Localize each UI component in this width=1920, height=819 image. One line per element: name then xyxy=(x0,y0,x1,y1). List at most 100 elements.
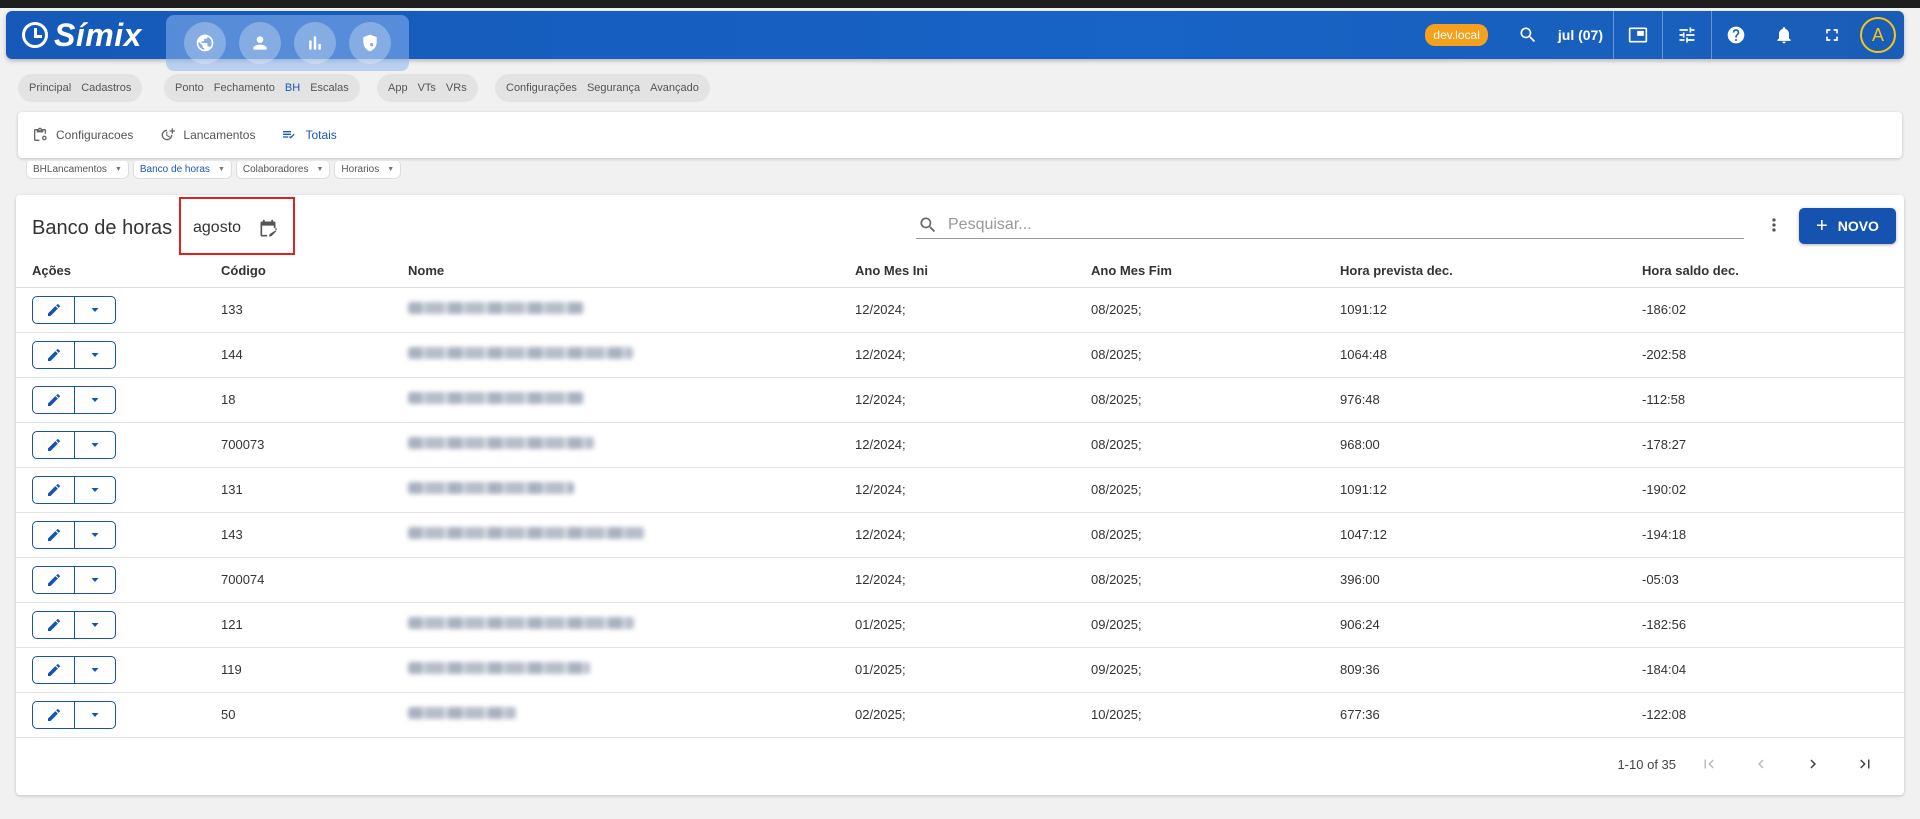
cell-ano-mes-ini: 01/2025; xyxy=(855,647,1091,693)
notifications-button[interactable] xyxy=(1760,11,1808,59)
row-menu-dropdown[interactable] xyxy=(75,342,115,368)
cell-hora-saldo: -178:27 xyxy=(1642,422,1904,468)
tab-label: Totais xyxy=(305,128,337,142)
edit-button[interactable] xyxy=(33,521,75,548)
edit-button[interactable] xyxy=(33,656,75,683)
next-page-button[interactable] xyxy=(1794,745,1832,783)
cell-codigo: 143 xyxy=(221,512,408,558)
more-vert-icon[interactable] xyxy=(1764,215,1784,235)
cell-ano-mes-ini: 12/2024; xyxy=(855,287,1091,333)
module-group-ponto: Ponto Fechamento BH Escalas xyxy=(164,74,360,102)
subtab-banco-de-horas[interactable]: Banco de horas ▼ xyxy=(132,161,232,179)
table-row[interactable]: 18 12/2024; 08/2025; 976:48 -112:58 xyxy=(16,377,1904,423)
module-link-cadastros[interactable]: Cadastros xyxy=(81,82,131,94)
column-header-ano-mes-ini[interactable]: Ano Mes Ini xyxy=(855,254,1091,288)
module-link-app[interactable]: App xyxy=(388,82,408,94)
module-link-vrs[interactable]: VRs xyxy=(446,82,467,94)
row-actions-cell xyxy=(16,602,221,648)
cell-hora-prevista: 1064:48 xyxy=(1340,332,1642,378)
row-actions-cell xyxy=(16,467,221,513)
app-logo[interactable]: Símix xyxy=(22,17,142,53)
row-menu-dropdown[interactable] xyxy=(75,387,115,413)
module-link-vts[interactable]: VTs xyxy=(418,82,436,94)
calendar-edit-icon[interactable] xyxy=(258,219,278,239)
cell-nome xyxy=(408,422,855,468)
edit-button[interactable] xyxy=(33,296,75,323)
row-menu-dropdown[interactable] xyxy=(75,612,115,638)
subtab-bhlancamentos[interactable]: BHLancamentos ▼ xyxy=(26,161,129,179)
cell-hora-saldo: -194:18 xyxy=(1642,512,1904,558)
module-link-fechamento[interactable]: Fechamento xyxy=(214,82,275,94)
module-link-ponto[interactable]: Ponto xyxy=(175,82,204,94)
module-link-seguranca[interactable]: Segurança xyxy=(587,82,640,94)
tab-configuracoes[interactable]: Configuracoes xyxy=(32,127,133,143)
search-input[interactable] xyxy=(948,215,1728,234)
edit-button[interactable] xyxy=(33,476,75,503)
row-menu-dropdown[interactable] xyxy=(75,297,115,323)
cell-hora-saldo: -05:03 xyxy=(1642,557,1904,603)
row-menu-dropdown[interactable] xyxy=(75,657,115,683)
table-row[interactable]: 700073 12/2024; 08/2025; 968:00 -178:27 xyxy=(16,422,1904,468)
row-menu-dropdown[interactable] xyxy=(75,477,115,503)
reports-button[interactable] xyxy=(293,22,336,64)
table-row[interactable]: 144 12/2024; 08/2025; 1064:48 -202:58 xyxy=(16,332,1904,378)
fullscreen-button[interactable] xyxy=(1808,11,1856,59)
row-menu-dropdown[interactable] xyxy=(75,432,115,458)
user-button[interactable] xyxy=(239,22,282,64)
new-button[interactable]: + NOVO xyxy=(1799,208,1896,244)
caret-down-icon: ▼ xyxy=(114,166,122,173)
table-row[interactable]: 119 01/2025; 09/2025; 809:36 -184:04 xyxy=(16,647,1904,693)
subtab-label: BHLancamentos xyxy=(33,164,107,175)
last-page-button[interactable] xyxy=(1846,745,1884,783)
column-header-ano-mes-fim[interactable]: Ano Mes Fim xyxy=(1091,254,1340,288)
first-page-button[interactable] xyxy=(1690,745,1728,783)
month-picker[interactable]: agosto xyxy=(179,197,295,255)
user-avatar[interactable]: A xyxy=(1860,17,1896,53)
banco-de-horas-card: Banco de horas agosto + NOVO Ações Códig… xyxy=(16,195,1904,795)
edit-button[interactable] xyxy=(33,431,75,458)
table-row[interactable]: 700074 12/2024; 08/2025; 396:00 -05:03 xyxy=(16,557,1904,603)
redacted-name xyxy=(408,662,590,674)
column-header-hora-prevista[interactable]: Hora prevista dec. xyxy=(1340,254,1642,288)
column-header-codigo[interactable]: Código xyxy=(221,254,408,288)
table-row[interactable]: 143 12/2024; 08/2025; 1047:12 -194:18 xyxy=(16,512,1904,558)
row-menu-dropdown[interactable] xyxy=(75,567,115,593)
settings-sliders-button[interactable] xyxy=(1663,11,1711,59)
module-link-principal[interactable]: Principal xyxy=(29,82,71,94)
tab-lancamentos[interactable]: Lancamentos xyxy=(159,127,255,143)
module-link-configuracoes[interactable]: Configurações xyxy=(506,82,577,94)
tab-totais[interactable]: Totais xyxy=(281,127,337,143)
previous-page-button[interactable] xyxy=(1742,745,1780,783)
pencil-icon xyxy=(47,483,60,496)
caret-down-icon xyxy=(91,442,99,447)
edit-button[interactable] xyxy=(33,386,75,413)
global-search-button[interactable] xyxy=(1504,11,1552,59)
bar-chart-icon xyxy=(309,36,321,50)
table-row[interactable]: 131 12/2024; 08/2025; 1091:12 -190:02 xyxy=(16,467,1904,513)
table-row[interactable]: 133 12/2024; 08/2025; 1091:12 -186:02 xyxy=(16,287,1904,333)
table-row[interactable]: 50 02/2025; 10/2025; 677:36 -122:08 xyxy=(16,692,1904,738)
cell-ano-mes-fim: 08/2025; xyxy=(1091,287,1340,333)
edit-button[interactable] xyxy=(33,566,75,593)
picture-in-picture-button[interactable] xyxy=(1614,11,1662,59)
subtab-horarios[interactable]: Horarios ▼ xyxy=(334,161,402,179)
row-menu-dropdown[interactable] xyxy=(75,522,115,548)
column-header-nome[interactable]: Nome xyxy=(408,254,855,288)
globe-button[interactable] xyxy=(184,22,227,64)
pencil-icon xyxy=(47,438,60,451)
module-link-escalas[interactable]: Escalas xyxy=(310,82,349,94)
current-month-selector[interactable]: jul (07) xyxy=(1558,27,1603,43)
row-actions-cell xyxy=(16,332,221,378)
edit-button[interactable] xyxy=(33,701,75,728)
edit-button[interactable] xyxy=(33,611,75,638)
table-row[interactable]: 121 01/2025; 09/2025; 906:24 -182:56 xyxy=(16,602,1904,648)
security-button[interactable] xyxy=(348,22,391,64)
cell-ano-mes-ini: 12/2024; xyxy=(855,512,1091,558)
row-menu-dropdown[interactable] xyxy=(75,702,115,728)
column-header-hora-saldo[interactable]: Hora saldo dec. xyxy=(1642,254,1904,288)
subtab-colaboradores[interactable]: Colaboradores ▼ xyxy=(235,161,331,179)
edit-button[interactable] xyxy=(33,341,75,368)
module-link-avancado[interactable]: Avançado xyxy=(650,82,699,94)
module-link-bh[interactable]: BH xyxy=(285,82,300,94)
help-button[interactable] xyxy=(1712,11,1760,59)
